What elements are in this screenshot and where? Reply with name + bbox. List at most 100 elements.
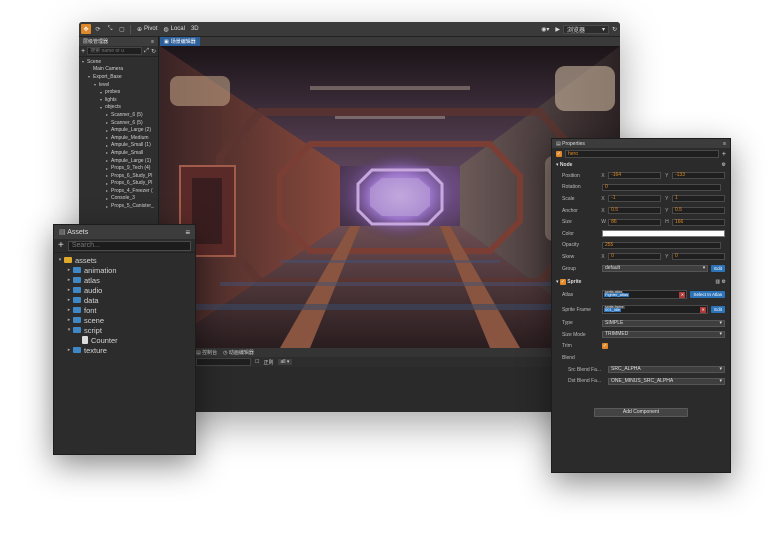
dst-blend-select[interactable]: ONE_MINUS_SRC_ALPHA ▾	[608, 377, 725, 385]
expand-arrow-icon[interactable]: ▸	[65, 287, 73, 293]
expand-arrow-icon[interactable]: ▸	[65, 277, 73, 283]
tab-console[interactable]: ▤ 控制台	[196, 349, 217, 356]
asset-folder-item[interactable]: ▸ audio	[54, 285, 195, 295]
gear-icon[interactable]: ⚙	[722, 279, 726, 285]
reload-icon[interactable]: ↻	[151, 48, 156, 55]
rotate-tool-button[interactable]: ⟳	[93, 24, 103, 34]
rect-tool-button[interactable]: ▢	[117, 24, 127, 34]
expand-icon[interactable]: ⤢	[144, 48, 149, 55]
sprite-section-header[interactable]: ▾ ✓ Sprite ▥ ⚙	[552, 277, 730, 287]
gear-icon[interactable]: ⚙	[722, 162, 726, 168]
asset-folder-item[interactable]: ▸ data	[54, 295, 195, 305]
opacity-input[interactable]: 255	[602, 241, 721, 249]
sprite-frame-field[interactable]: sprite-frame 001_idle ✕	[602, 305, 709, 315]
add-icon[interactable]: +	[722, 151, 726, 158]
menu-icon[interactable]: ≡	[151, 39, 154, 45]
book-icon[interactable]: ▥	[715, 279, 720, 285]
expand-arrow-icon[interactable]: ▾	[65, 327, 73, 333]
add-node-icon[interactable]: +	[81, 48, 85, 55]
skew-y-input[interactable]: 0	[671, 253, 726, 261]
group-edit-button[interactable]: Edit	[711, 265, 725, 273]
expand-arrow-icon[interactable]: ▸	[65, 347, 73, 353]
asset-folder-item[interactable]: ▸ scene	[54, 315, 195, 325]
hierarchy-node[interactable]: ▾ level	[79, 81, 158, 89]
hierarchy-node[interactable]: ▸ Scanner_6 (5)	[79, 119, 158, 127]
asset-folder-item[interactable]: ▸ texture	[54, 345, 195, 355]
anchor-y-input[interactable]: 0.5	[671, 207, 726, 215]
hierarchy-node[interactable]: ▾ Export_Base	[79, 73, 158, 81]
hierarchy-node[interactable]: ▾ lights	[79, 96, 158, 104]
scale-x-input[interactable]: -1	[608, 195, 662, 203]
asset-folder-item[interactable]: ▾ script	[54, 325, 195, 335]
pivot-toggle[interactable]: ⊕ Pivot	[134, 26, 160, 33]
clear-sprite-frame-icon[interactable]: ✕	[700, 307, 707, 314]
mode-3d-toggle[interactable]: 3D	[188, 26, 202, 32]
expand-arrow-icon[interactable]: ▸	[65, 317, 73, 323]
anchor-x-input[interactable]: 0.5	[608, 207, 662, 215]
node-section-header[interactable]: ▾ Node ⚙	[552, 160, 730, 170]
scale-tool-button[interactable]: ⤡	[105, 24, 115, 34]
platform-select[interactable]: 浏览器 ▾	[562, 24, 609, 34]
asset-folder-item[interactable]: ▸ animation	[54, 265, 195, 275]
refresh-button[interactable]: ↻	[609, 26, 620, 33]
asset-folder-item[interactable]: ▸ atlas	[54, 275, 195, 285]
regex-checkbox[interactable]: ☐	[255, 359, 259, 365]
expand-arrow-icon[interactable]: ▸	[65, 307, 73, 313]
asset-file-item[interactable]: Counter	[54, 335, 195, 345]
hierarchy-search-input[interactable]: 搜索 name or u	[87, 47, 143, 55]
hierarchy-node[interactable]: ▸ Ampule_Medium	[79, 134, 158, 142]
expand-arrow-icon[interactable]: ▸	[65, 297, 73, 303]
local-toggle[interactable]: ◍ Local	[160, 26, 188, 33]
hierarchy-node[interactable]: ▸ Scanner_6 (5)	[79, 111, 158, 119]
hierarchy-node[interactable]: Main Camera	[79, 66, 158, 74]
size-w-input[interactable]: 86	[608, 218, 662, 226]
hierarchy-tab[interactable]: 层级管理器 ≡	[79, 37, 158, 46]
scale-y-input[interactable]: 1	[671, 195, 726, 203]
hierarchy-node[interactable]: ▸ Ampule_Small	[79, 149, 158, 157]
network-icon[interactable]: ◉▾	[538, 26, 552, 33]
expand-arrow-icon[interactable]: ▾	[56, 257, 64, 263]
tab-animation[interactable]: ◷ 动画编辑器	[223, 349, 254, 356]
trim-checkbox[interactable]: ✓	[602, 343, 608, 350]
sprite-enabled-checkbox[interactable]: ✓	[559, 279, 566, 286]
hierarchy-node[interactable]: ▸ Console_3	[79, 195, 158, 203]
tab-scene-editor[interactable]: ▣ 场景编辑器	[160, 37, 200, 46]
add-asset-button[interactable]: +	[58, 240, 64, 251]
expand-arrow-icon[interactable]: ▸	[65, 267, 73, 273]
skew-x-input[interactable]: 0	[608, 253, 662, 261]
hierarchy-node[interactable]: ▾ probes	[79, 88, 158, 96]
assets-search-input[interactable]: Search...	[67, 240, 191, 251]
atlas-field[interactable]: sprite-atlas Fighter_atlas ✕	[602, 290, 688, 300]
hierarchy-node[interactable]: ▾ objects	[79, 104, 158, 112]
clear-atlas-icon[interactable]: ✕	[679, 292, 686, 299]
hierarchy-node[interactable]: ▸ Ampule_Small (1)	[79, 142, 158, 150]
add-component-button[interactable]: Add Component	[594, 408, 688, 417]
hierarchy-node[interactable]: ▾ Scene	[79, 58, 158, 66]
menu-icon[interactable]: ≡	[185, 228, 190, 237]
hierarchy-node[interactable]: ▸ Props_9_Tech (4)	[79, 164, 158, 172]
asset-folder-item[interactable]: ▾ assets	[54, 255, 195, 265]
src-blend-select[interactable]: SRC_ALPHA ▾	[608, 366, 725, 374]
size-mode-select[interactable]: TRIMMED ▾	[602, 331, 725, 339]
console-filter-input[interactable]	[196, 358, 251, 366]
type-select[interactable]: SIMPLE ▾	[602, 319, 725, 327]
hierarchy-node[interactable]: ▸ Props_4_Freezer (	[79, 187, 158, 195]
move-tool-button[interactable]: ✥	[81, 24, 91, 34]
hierarchy-node[interactable]: ▸ Props_6_Study_Pl	[79, 180, 158, 188]
hierarchy-node[interactable]: ▸ Props_6_Study_Pl	[79, 172, 158, 180]
size-h-input[interactable]: 166	[671, 218, 726, 226]
position-y-input[interactable]: -133	[671, 172, 726, 180]
play-button[interactable]: ▶	[552, 26, 563, 33]
hierarchy-node[interactable]: ▸ Props_5_Canister_	[79, 202, 158, 210]
log-level-select[interactable]: all ▾	[277, 359, 293, 365]
rotation-input[interactable]: 0	[602, 183, 721, 191]
menu-icon[interactable]: ≡	[723, 141, 726, 147]
group-select[interactable]: default ▾	[602, 265, 709, 273]
select-in-atlas-button[interactable]: Select In Atlas	[690, 291, 725, 299]
node-name-input[interactable]: hero	[565, 150, 719, 158]
sprite-frame-edit-button[interactable]: Edit	[711, 306, 725, 314]
position-x-input[interactable]: -164	[608, 172, 662, 180]
hierarchy-node[interactable]: ▸ Ampule_Large (1)	[79, 157, 158, 165]
asset-folder-item[interactable]: ▸ font	[54, 305, 195, 315]
node-active-checkbox[interactable]: ✓	[556, 151, 562, 157]
